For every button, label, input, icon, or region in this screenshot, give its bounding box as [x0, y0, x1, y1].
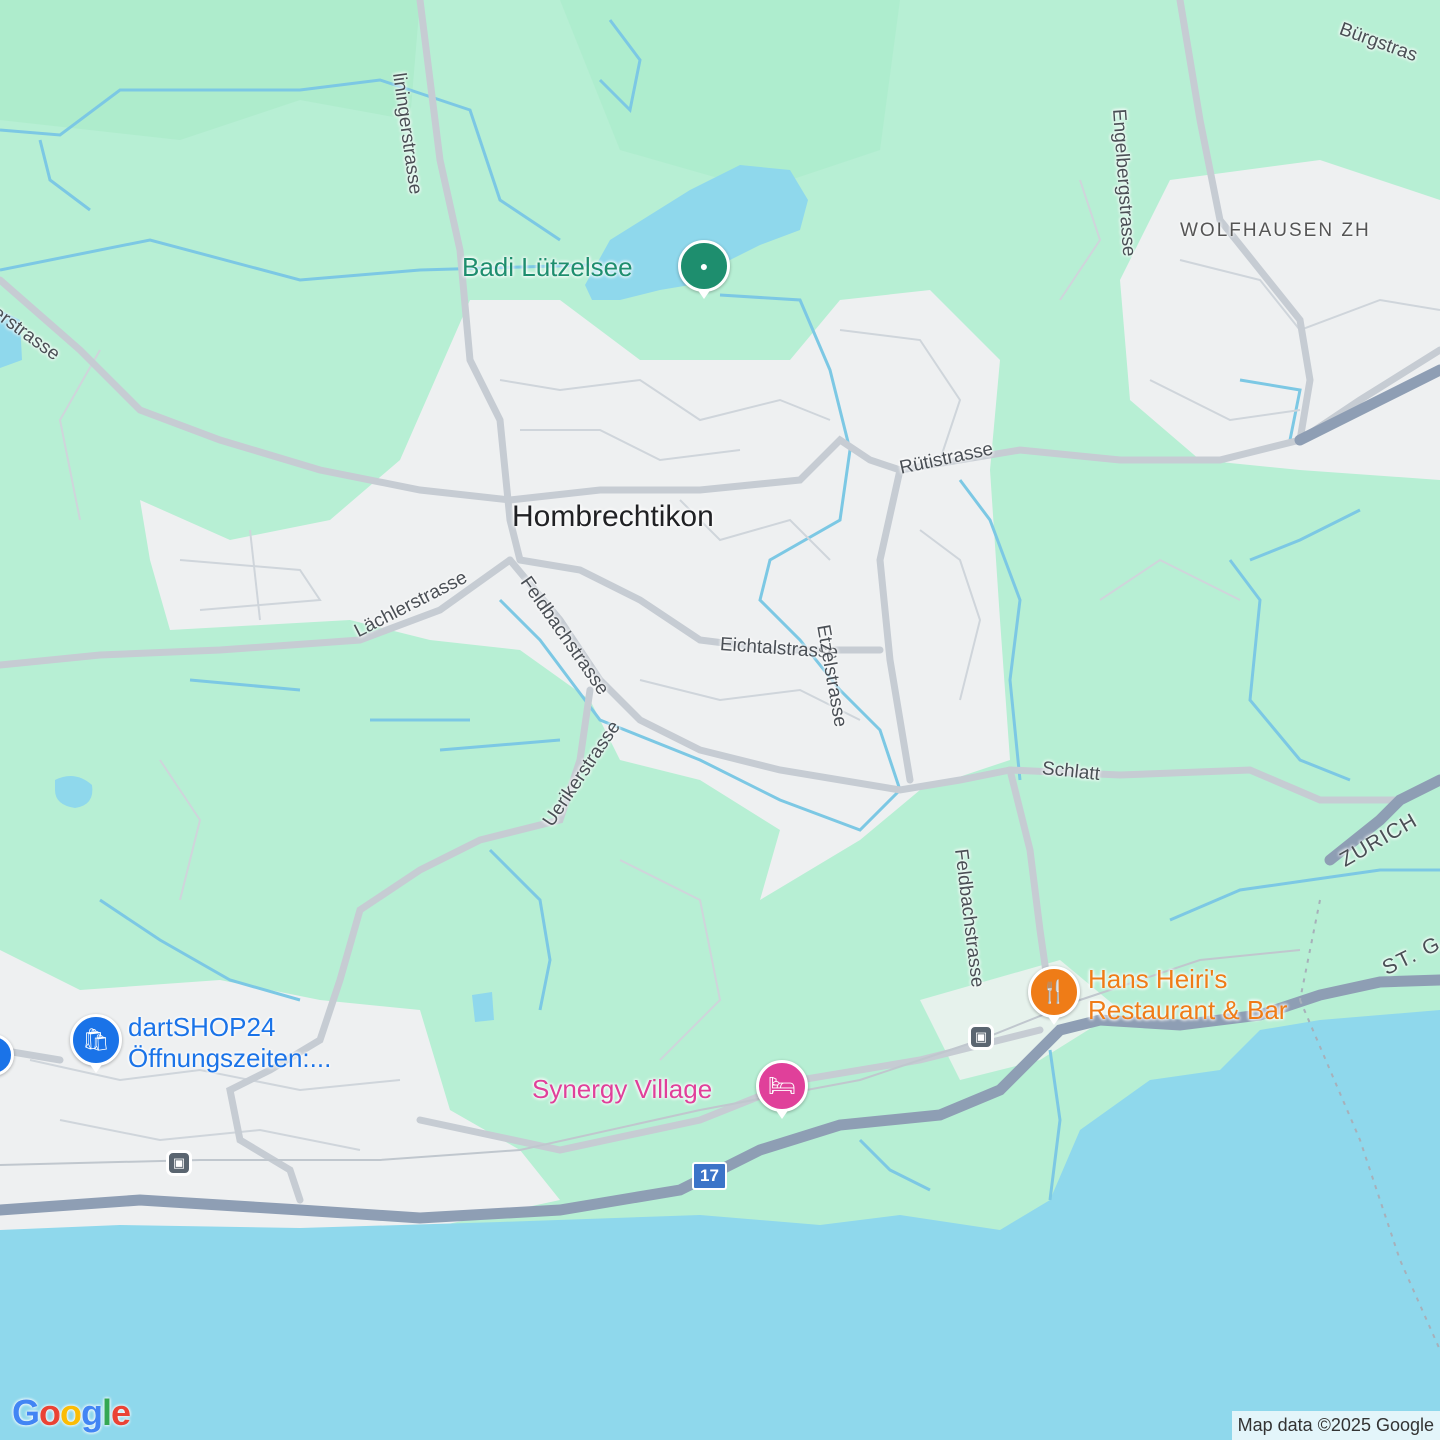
park-pin-icon[interactable]: ● [678, 240, 730, 299]
shopping-bag-pin-icon[interactable]: 🛍 [70, 1014, 122, 1073]
route-shield-17: 17 [692, 1162, 727, 1190]
bed-icon: 🛏 [768, 1073, 796, 1098]
map-attribution[interactable]: Map data ©2025 Google [1231, 1411, 1440, 1440]
dot-icon: ● [699, 258, 709, 274]
shopping-bag-icon: 🛍 [82, 1027, 110, 1052]
map-canvas[interactable]: Hombrechtikon WOLFHAUSEN ZH liningerstra… [0, 0, 1440, 1440]
poi-label-synergy-village[interactable]: Synergy Village [532, 1074, 712, 1105]
restaurant-fork-knife-pin-icon[interactable]: 🍴 [1028, 966, 1080, 1025]
poi-name-line2: Restaurant & Bar [1088, 994, 1288, 1025]
fork-knife-icon: 🍴 [1040, 979, 1068, 1004]
poi-name-line1: Hans Heiri's [1088, 964, 1228, 994]
town-label-hombrechtikon: Hombrechtikon [512, 500, 714, 533]
urban-area-wolfhausen [1120, 160, 1440, 480]
poi-name-line2: Öffnungszeiten:... [128, 1042, 332, 1073]
train-station-icon[interactable]: ▣ [166, 1150, 192, 1176]
map-base-layer [0, 0, 1440, 1440]
poi-label-hans-heiris[interactable]: Hans Heiri's Restaurant & Bar [1088, 964, 1287, 1025]
hotel-bed-pin-icon[interactable]: 🛏 [756, 1060, 808, 1119]
poi-name-line1: dartSHOP24 [128, 1012, 276, 1042]
poi-label-dartshop24[interactable]: dartSHOP24 Öffnungszeiten:... [128, 1012, 331, 1073]
locality-label-wolfhausen: WOLFHAUSEN ZH [1180, 220, 1371, 241]
pond [472, 992, 494, 1022]
train-station-icon[interactable]: ▣ [968, 1024, 994, 1050]
google-logo: Google [12, 1392, 131, 1433]
poi-label-badi-lutzelsee[interactable]: Badi Lützelsee [462, 252, 633, 283]
